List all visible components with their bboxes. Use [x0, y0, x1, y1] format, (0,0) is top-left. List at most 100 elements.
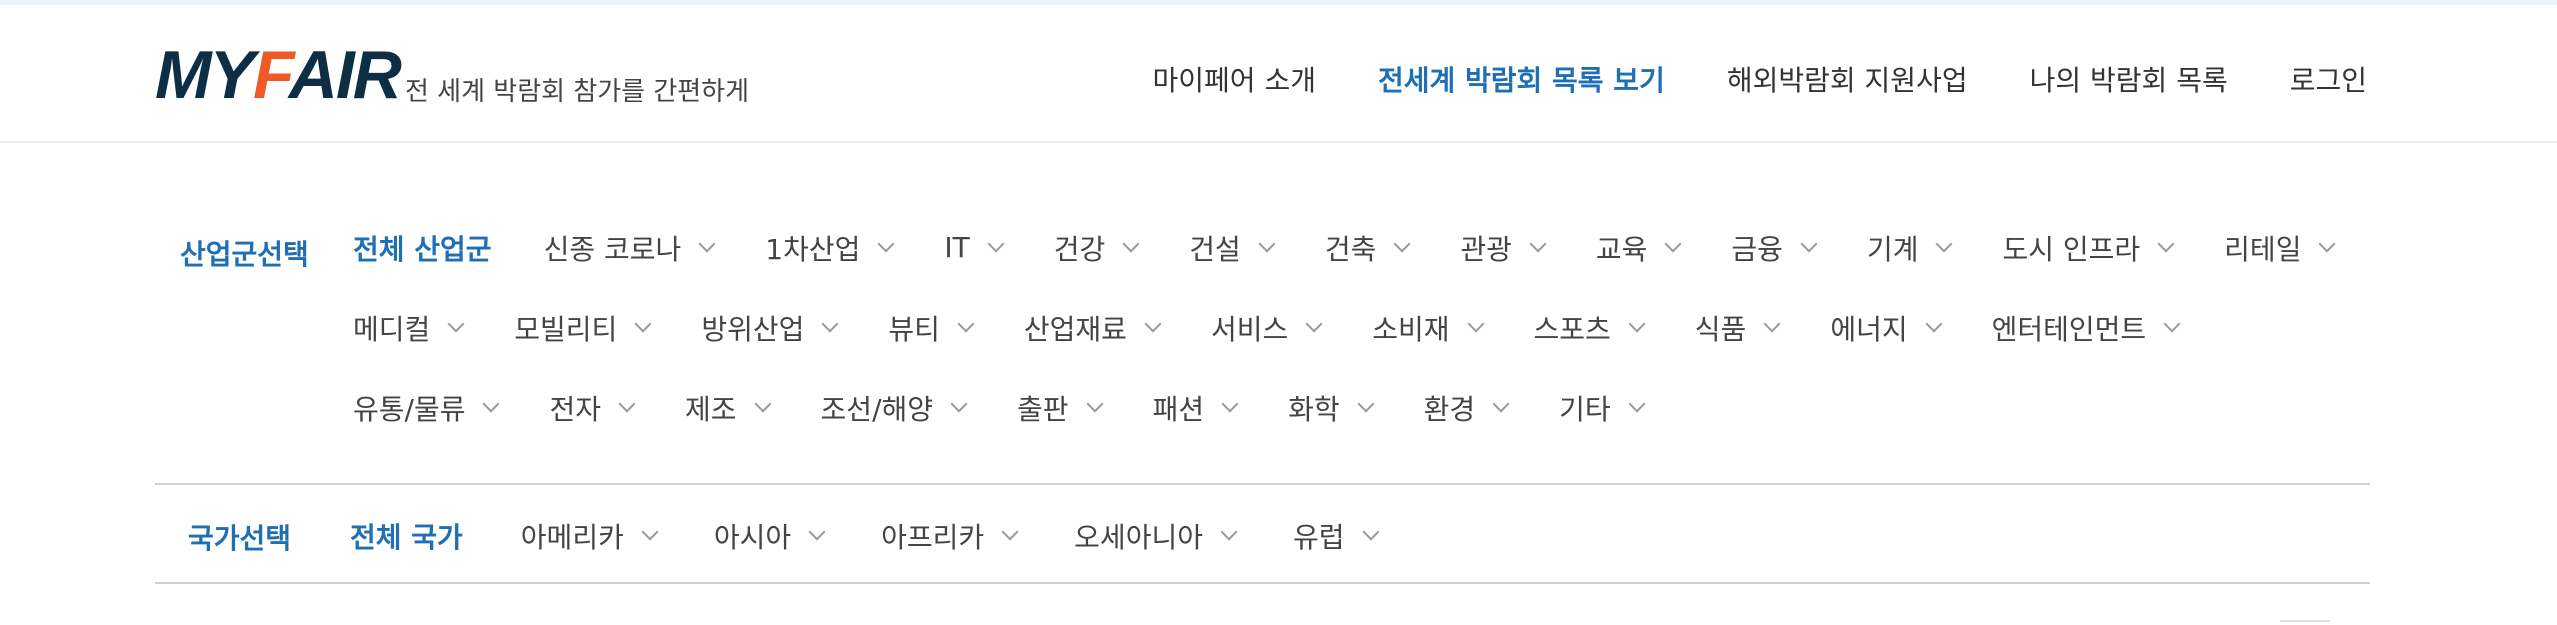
industry-option-label: IT — [944, 231, 970, 264]
industry-option-label: 건설 — [1189, 232, 1241, 266]
chevron-down-icon — [1628, 395, 1646, 412]
country-chip-list: 전체 국가 아메리카 아시아 아프리카 오세아니아 유럽 — [350, 509, 1380, 562]
industry-all-button[interactable]: 전체 산업군 — [353, 221, 492, 274]
industry-option-dropdown[interactable]: 모빌리티 — [514, 301, 652, 354]
country-option-dropdown[interactable]: 오세아니아 — [1074, 509, 1238, 562]
chevron-down-icon — [618, 395, 636, 412]
country-all-button[interactable]: 전체 국가 — [350, 509, 463, 562]
chevron-down-icon — [1628, 315, 1646, 332]
industry-option-dropdown[interactable]: 제조 — [685, 381, 772, 434]
chevron-down-icon — [1925, 315, 1943, 332]
nav-fair-list[interactable]: 전세계 박람회 목록 보기 — [1378, 59, 1665, 99]
industry-option-label: 뷰티 — [888, 312, 940, 346]
industry-option-dropdown[interactable]: 화학 — [1288, 381, 1375, 434]
chevron-down-icon — [1935, 235, 1953, 252]
industry-option-dropdown[interactable]: 금융 — [1731, 221, 1818, 274]
chevron-down-icon — [821, 315, 839, 332]
chevron-down-icon — [1305, 315, 1323, 332]
industry-option-dropdown[interactable]: 출판 — [1017, 381, 1104, 434]
industry-option-dropdown[interactable]: 서비스 — [1211, 301, 1323, 354]
nav-support-programs[interactable]: 해외박람회 지원사업 — [1727, 59, 1968, 99]
industry-option-label: 전자 — [549, 392, 602, 426]
industry-option-dropdown[interactable]: 방위산업 — [701, 301, 839, 354]
chevron-down-icon — [1086, 395, 1104, 412]
industry-option-dropdown[interactable]: 식품 — [1695, 301, 1781, 354]
industry-option-label: 제조 — [685, 392, 737, 426]
industry-option-label: 모빌리티 — [514, 312, 618, 346]
nav-login[interactable]: 로그인 — [2290, 59, 2367, 99]
country-option-dropdown[interactable]: 아시아 — [713, 509, 826, 562]
chevron-down-icon — [1221, 395, 1239, 412]
industry-option-dropdown[interactable]: 리테일 — [2224, 221, 2336, 274]
industry-option-label: 소비재 — [1372, 312, 1450, 346]
industry-option-label: 도시 인프라 — [2002, 232, 2141, 266]
industry-option-dropdown[interactable]: 조선/해양 — [821, 381, 968, 434]
industry-option-label: 교육 — [1595, 232, 1648, 266]
industry-option-dropdown[interactable]: 1차산업 — [765, 221, 895, 274]
industry-option-label: 기계 — [1866, 232, 1919, 266]
industry-option-dropdown[interactable]: 산업재료 — [1024, 301, 1162, 354]
chevron-down-icon — [957, 315, 975, 332]
industry-option-dropdown[interactable]: 에너지 — [1830, 301, 1943, 354]
industry-option-dropdown[interactable]: 스포츠 — [1533, 301, 1646, 354]
industry-option-dropdown[interactable]: 환경 — [1423, 381, 1510, 434]
chevron-down-icon — [1258, 235, 1276, 252]
industry-option-label: 스포츠 — [1533, 312, 1611, 346]
industry-option-label: 환경 — [1423, 392, 1476, 426]
chevron-down-icon — [2157, 235, 2175, 252]
industry-option-dropdown[interactable]: 신종 코로나 — [543, 221, 716, 274]
industry-option-label: 관광 — [1460, 232, 1512, 266]
industry-option-dropdown[interactable]: 도시 인프라 — [2002, 221, 2175, 274]
country-option-label: 아프리카 — [881, 520, 985, 554]
industry-option-dropdown[interactable]: 건축 — [1325, 221, 1411, 274]
chevron-down-icon — [1220, 523, 1238, 540]
chevron-down-icon — [1800, 235, 1818, 252]
country-option-label: 아시아 — [713, 520, 792, 554]
site-tagline: 전 세계 박람회 참가를 간편하게 — [405, 77, 750, 107]
chevron-down-icon — [2163, 315, 2181, 332]
industry-option-dropdown[interactable]: 기계 — [1866, 221, 1953, 274]
chevron-down-icon — [1763, 315, 1781, 332]
industry-option-dropdown[interactable]: IT — [944, 221, 1005, 274]
chevron-down-icon — [2318, 235, 2336, 252]
industry-option-dropdown[interactable]: 건강 — [1053, 221, 1140, 274]
nav-my-fairs[interactable]: 나의 박람회 목록 — [2030, 59, 2228, 99]
industry-option-label: 건강 — [1053, 232, 1106, 266]
chevron-down-icon — [1529, 235, 1547, 252]
logo-part-air: AIR — [288, 37, 402, 113]
site-header: MYFAIR 전 세계 박람회 참가를 간편하게 마이페어 소개 전세계 박람회… — [0, 5, 2557, 143]
industry-option-dropdown[interactable]: 기타 — [1559, 381, 1646, 434]
chevron-down-icon — [1393, 235, 1411, 252]
industry-option-dropdown[interactable]: 뷰티 — [888, 301, 975, 354]
chevron-down-icon — [447, 315, 465, 332]
industry-option-label: 출판 — [1017, 392, 1069, 426]
industry-option-dropdown[interactable]: 유통/물류 — [353, 381, 500, 434]
industry-option-label: 신종 코로나 — [543, 232, 682, 266]
industry-option-dropdown[interactable]: 전자 — [549, 381, 636, 434]
industry-option-dropdown[interactable]: 메디컬 — [353, 301, 465, 354]
logo-part-f: F — [253, 37, 291, 113]
nav-about[interactable]: 마이페어 소개 — [1153, 59, 1316, 99]
myfair-logo[interactable]: MYFAIR — [155, 35, 402, 115]
industry-option-dropdown[interactable]: 관광 — [1460, 221, 1547, 274]
industry-option-label: 리테일 — [2224, 232, 2302, 266]
industry-option-dropdown[interactable]: 교육 — [1595, 221, 1682, 274]
industry-option-label: 화학 — [1288, 392, 1340, 426]
industry-filter-title: 산업군선택 — [180, 238, 309, 271]
industry-option-dropdown[interactable]: 건설 — [1189, 221, 1276, 274]
chevron-down-icon — [950, 395, 968, 412]
industry-option-label: 방위산업 — [701, 312, 805, 346]
industry-option-label: 기타 — [1559, 392, 1611, 426]
chevron-down-icon — [1492, 395, 1510, 412]
country-option-dropdown[interactable]: 아프리카 — [881, 509, 1019, 562]
industry-option-dropdown[interactable]: 엔터테인먼트 — [1992, 301, 2181, 354]
industry-option-dropdown[interactable]: 패션 — [1153, 381, 1239, 434]
country-option-dropdown[interactable]: 아메리카 — [521, 509, 659, 562]
chevron-down-icon — [1467, 315, 1485, 332]
industry-option-label: 금융 — [1731, 232, 1783, 266]
filter-area: 산업군선택 전체 산업군 신종 코로나 1차산업 IT 건강 건설 건축 관광 교육 금융 기계 도… — [155, 143, 2370, 584]
chevron-down-icon — [808, 523, 826, 540]
industry-option-dropdown[interactable]: 소비재 — [1372, 301, 1485, 354]
country-option-dropdown[interactable]: 유럽 — [1293, 509, 1380, 562]
chevron-down-icon — [987, 235, 1005, 252]
